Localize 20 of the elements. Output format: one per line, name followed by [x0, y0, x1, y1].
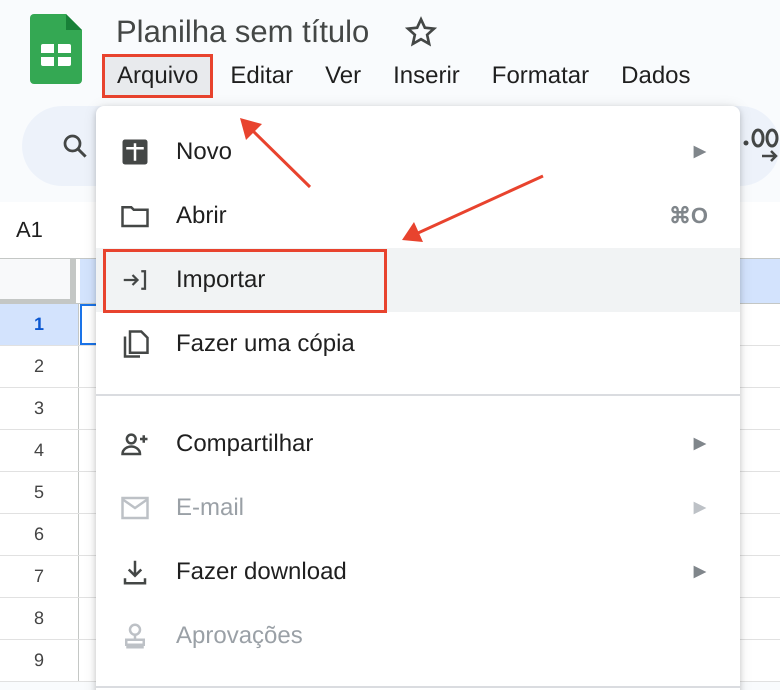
menu-item[interactable]: Compartilhar [96, 412, 740, 476]
menu-bar-item[interactable]: Editar [215, 54, 308, 98]
menu-bar-item[interactable]: Arquivo [102, 54, 214, 98]
spreadsheet-logo-icon[interactable] [30, 14, 82, 84]
name-box[interactable]: A1 [16, 217, 43, 243]
row-header[interactable]: 1 [0, 304, 79, 345]
menu-bar-item[interactable]: Inserir [378, 54, 475, 98]
shortcut-label: ⌘O [668, 203, 708, 229]
document-title[interactable]: Planilha sem título [116, 14, 370, 50]
menu-item[interactable]: Novo [96, 120, 740, 184]
plus-square-icon [120, 137, 150, 167]
menu-item[interactable]: Fazer download [96, 540, 740, 604]
annotation-arrow [240, 118, 312, 188]
menu-bar-item[interactable]: Formatar [476, 54, 604, 98]
menu-item[interactable]: Importar [96, 248, 740, 312]
menu-item[interactable]: Abrir ⌘O [96, 184, 740, 248]
menu-bar-item[interactable]: Ver [310, 54, 376, 98]
menu-item[interactable]: Fazer uma cópia [96, 312, 740, 376]
menu-bar-item[interactable]: Dados [606, 54, 706, 98]
star-icon[interactable] [405, 16, 438, 48]
